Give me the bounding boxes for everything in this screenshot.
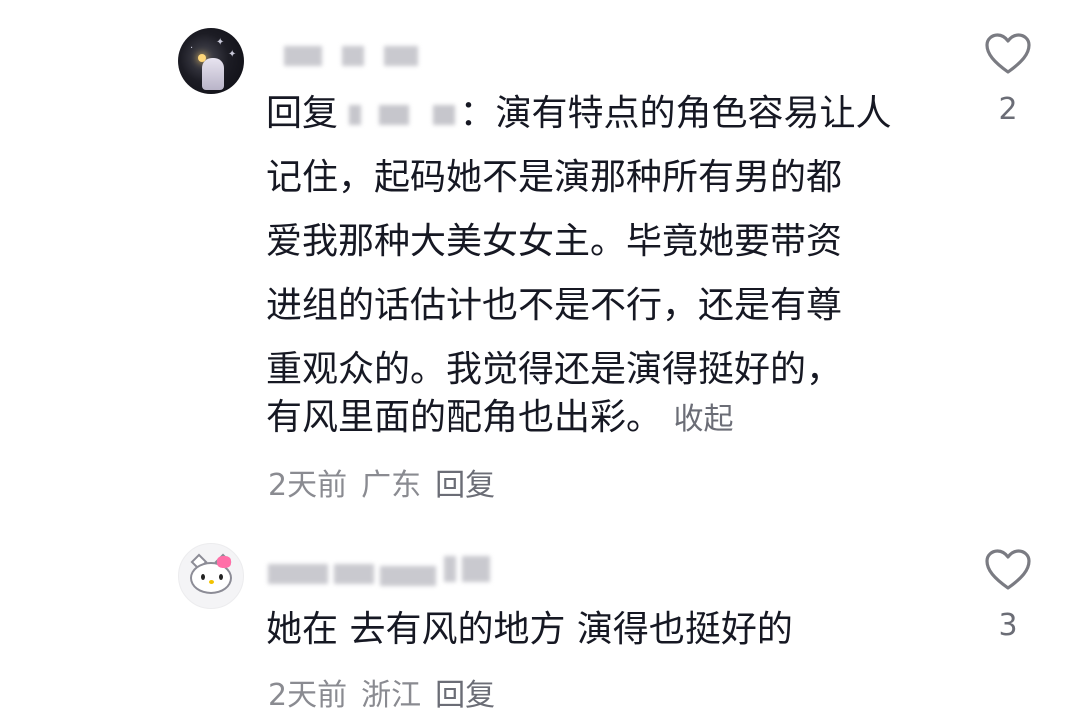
avatar-star-icon: ✦ bbox=[216, 37, 225, 48]
like-button[interactable]: 2 bbox=[983, 32, 1033, 127]
comment-meta: 2天前 浙江 回复 bbox=[268, 670, 509, 714]
heart-outline-icon[interactable] bbox=[984, 548, 1032, 592]
comment-text-line: 回复 ：演有特点的角色容易让人 bbox=[266, 82, 891, 146]
username-redacted[interactable] bbox=[284, 46, 424, 66]
comment-text-line: 她在 去有风的地方 演得也挺好的 bbox=[266, 609, 793, 650]
comment-meta: 2天前 广东 回复 bbox=[268, 460, 509, 504]
username-redacted[interactable] bbox=[268, 556, 508, 586]
mentioned-user-redacted[interactable] bbox=[349, 105, 459, 125]
comment-time: 2天前 bbox=[268, 468, 348, 503]
reply-button[interactable]: 回复 bbox=[435, 678, 495, 713]
avatar-kitty-eye bbox=[219, 574, 223, 580]
comment-text: 有风里面的配角也出彩。 bbox=[266, 397, 663, 438]
comment-location: 广东 bbox=[361, 468, 422, 503]
comment-text: ：演有特点的角色容易让人 bbox=[459, 93, 892, 134]
avatar-kitty-eye bbox=[201, 574, 205, 580]
avatar-star-icon: ✦ bbox=[228, 49, 237, 60]
collapse-button[interactable]: 收起 bbox=[673, 402, 733, 437]
comment-text-line: 进组的话估计也不是不行，还是有尊 bbox=[266, 285, 843, 326]
reply-prefix: 回复 bbox=[266, 93, 339, 134]
like-count: 2 bbox=[998, 92, 1018, 127]
avatar-kitty-nose bbox=[209, 580, 214, 584]
user-avatar[interactable] bbox=[178, 543, 244, 609]
user-avatar[interactable]: ✦ ✦ · bbox=[178, 28, 244, 94]
heart-outline-icon[interactable] bbox=[984, 32, 1032, 76]
comment-text-line: 记住，起码她不是演那种所有男的都 bbox=[266, 157, 843, 198]
comment-text-line: 爱我那种大美女女主。毕竟她要带资 bbox=[266, 221, 843, 262]
comment-location: 浙江 bbox=[361, 678, 422, 713]
avatar-star-icon: · bbox=[190, 43, 194, 54]
like-count: 3 bbox=[998, 608, 1018, 643]
reply-button[interactable]: 回复 bbox=[435, 468, 495, 503]
avatar-kitty-bow bbox=[217, 556, 231, 568]
like-button[interactable]: 3 bbox=[983, 548, 1033, 643]
avatar-figure bbox=[202, 58, 224, 90]
comment-text-line: 有风里面的配角也出彩。 收起 bbox=[266, 386, 733, 452]
comment-time: 2天前 bbox=[268, 678, 348, 713]
